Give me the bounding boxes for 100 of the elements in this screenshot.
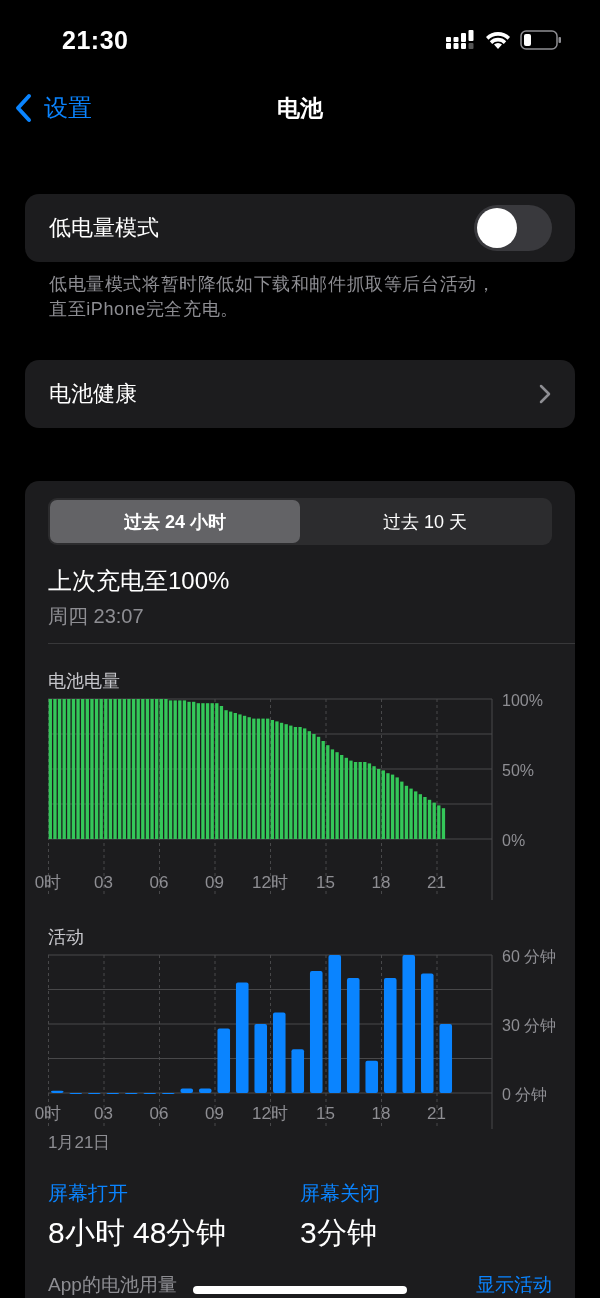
x-axis-label: 12时 [252, 1104, 288, 1123]
segment-tab[interactable]: 过去 24 小时 [50, 500, 300, 543]
bar [173, 700, 177, 839]
bar [312, 734, 316, 839]
bar [198, 1088, 212, 1093]
x-axis-label: 15 [316, 1104, 335, 1123]
bar [219, 706, 224, 839]
bar [365, 1060, 379, 1093]
bar [141, 699, 145, 839]
page-title: 电池 [277, 93, 323, 123]
bar [289, 725, 293, 839]
x-axis-label: 03 [94, 1104, 113, 1123]
bar [326, 745, 330, 839]
bar [164, 699, 168, 839]
signal-icon [446, 30, 476, 50]
bar [330, 749, 335, 839]
bar [353, 762, 358, 839]
segment-tab[interactable]: 过去 10 天 [300, 500, 550, 543]
bar [90, 699, 94, 839]
y-axis-label: 50% [502, 762, 535, 779]
x-axis-label: 0时 [34, 873, 62, 892]
bar [309, 971, 323, 1093]
x-axis-label: 21 [427, 873, 446, 892]
row-label: 电池健康 [49, 380, 137, 408]
bar [328, 955, 342, 1093]
bar [57, 699, 62, 839]
y-axis-label: 30 分钟 [502, 1017, 557, 1034]
bar [349, 760, 353, 839]
bar [275, 721, 279, 839]
bar [182, 700, 187, 839]
bar [423, 797, 427, 839]
show-activity-link[interactable]: 显示活动 [476, 1272, 552, 1298]
bar [390, 774, 395, 839]
bar [261, 718, 265, 839]
bar [168, 700, 173, 839]
bar [180, 1088, 194, 1093]
bar [53, 699, 57, 839]
status-time: 21:30 [62, 25, 129, 55]
battery-health-row[interactable]: 电池健康 [25, 360, 575, 428]
battery-icon [520, 30, 562, 50]
bar [217, 1028, 231, 1093]
row-label: 低电量模式 [49, 214, 159, 242]
x-axis-label: 15 [316, 873, 335, 892]
bar [437, 805, 441, 839]
bar [321, 741, 325, 839]
stat-value: 8小时 48分钟 [48, 1215, 228, 1251]
bar [441, 808, 446, 839]
x-axis-label: 03 [94, 873, 113, 892]
bar [279, 722, 284, 839]
wifi-icon [485, 30, 511, 50]
bar [76, 699, 80, 839]
bar [187, 701, 191, 839]
bar [372, 766, 376, 839]
x-axis-label: 0时 [34, 1104, 62, 1123]
bar [358, 762, 362, 839]
last-charge-title: 上次充电至100% [48, 566, 231, 596]
bar [108, 699, 113, 839]
x-axis-label: 12时 [252, 873, 288, 892]
bar [71, 699, 76, 839]
bar [439, 1024, 453, 1093]
bar [256, 718, 261, 839]
y-axis-label: 100% [502, 692, 543, 709]
stat-label: 屏幕关闭 [300, 1181, 381, 1206]
bar [150, 699, 154, 839]
bar [298, 727, 302, 839]
bar [201, 703, 205, 839]
bar [400, 781, 404, 839]
x-axis-label: 09 [205, 873, 224, 892]
bar [383, 978, 397, 1093]
x-axis-label: 21 [427, 1104, 446, 1123]
bar [386, 773, 390, 839]
bar [127, 699, 131, 839]
bar [205, 703, 210, 839]
footnote-text: 低电量模式将暂时降低如下载和邮件抓取等后台活动，直至iPhone完全充电。 [48, 273, 497, 321]
bar [136, 699, 140, 839]
bar [402, 955, 416, 1093]
bar [247, 717, 251, 839]
bar [94, 699, 99, 839]
bar [363, 762, 367, 839]
bar [420, 973, 434, 1093]
bar [242, 715, 247, 839]
y-axis-label: 0 分钟 [502, 1086, 548, 1103]
bar [67, 699, 71, 839]
bar [395, 777, 399, 839]
back-button[interactable]: 设置 [0, 92, 92, 124]
bar [178, 700, 182, 839]
stat-value: 3分钟 [300, 1215, 378, 1251]
bar [254, 1024, 268, 1093]
bar [224, 710, 228, 839]
date-label: 1月21日 [48, 1132, 112, 1154]
toggle-switch[interactable] [474, 205, 552, 251]
x-axis-label: 09 [205, 1104, 224, 1123]
bar [316, 736, 321, 839]
bar [235, 982, 249, 1093]
bar [284, 724, 288, 839]
bar [335, 752, 339, 839]
stat-label: 屏幕打开 [48, 1181, 129, 1206]
y-axis-label: 60 分钟 [502, 948, 557, 965]
bar [346, 978, 360, 1093]
chevron-right-icon [539, 384, 551, 404]
